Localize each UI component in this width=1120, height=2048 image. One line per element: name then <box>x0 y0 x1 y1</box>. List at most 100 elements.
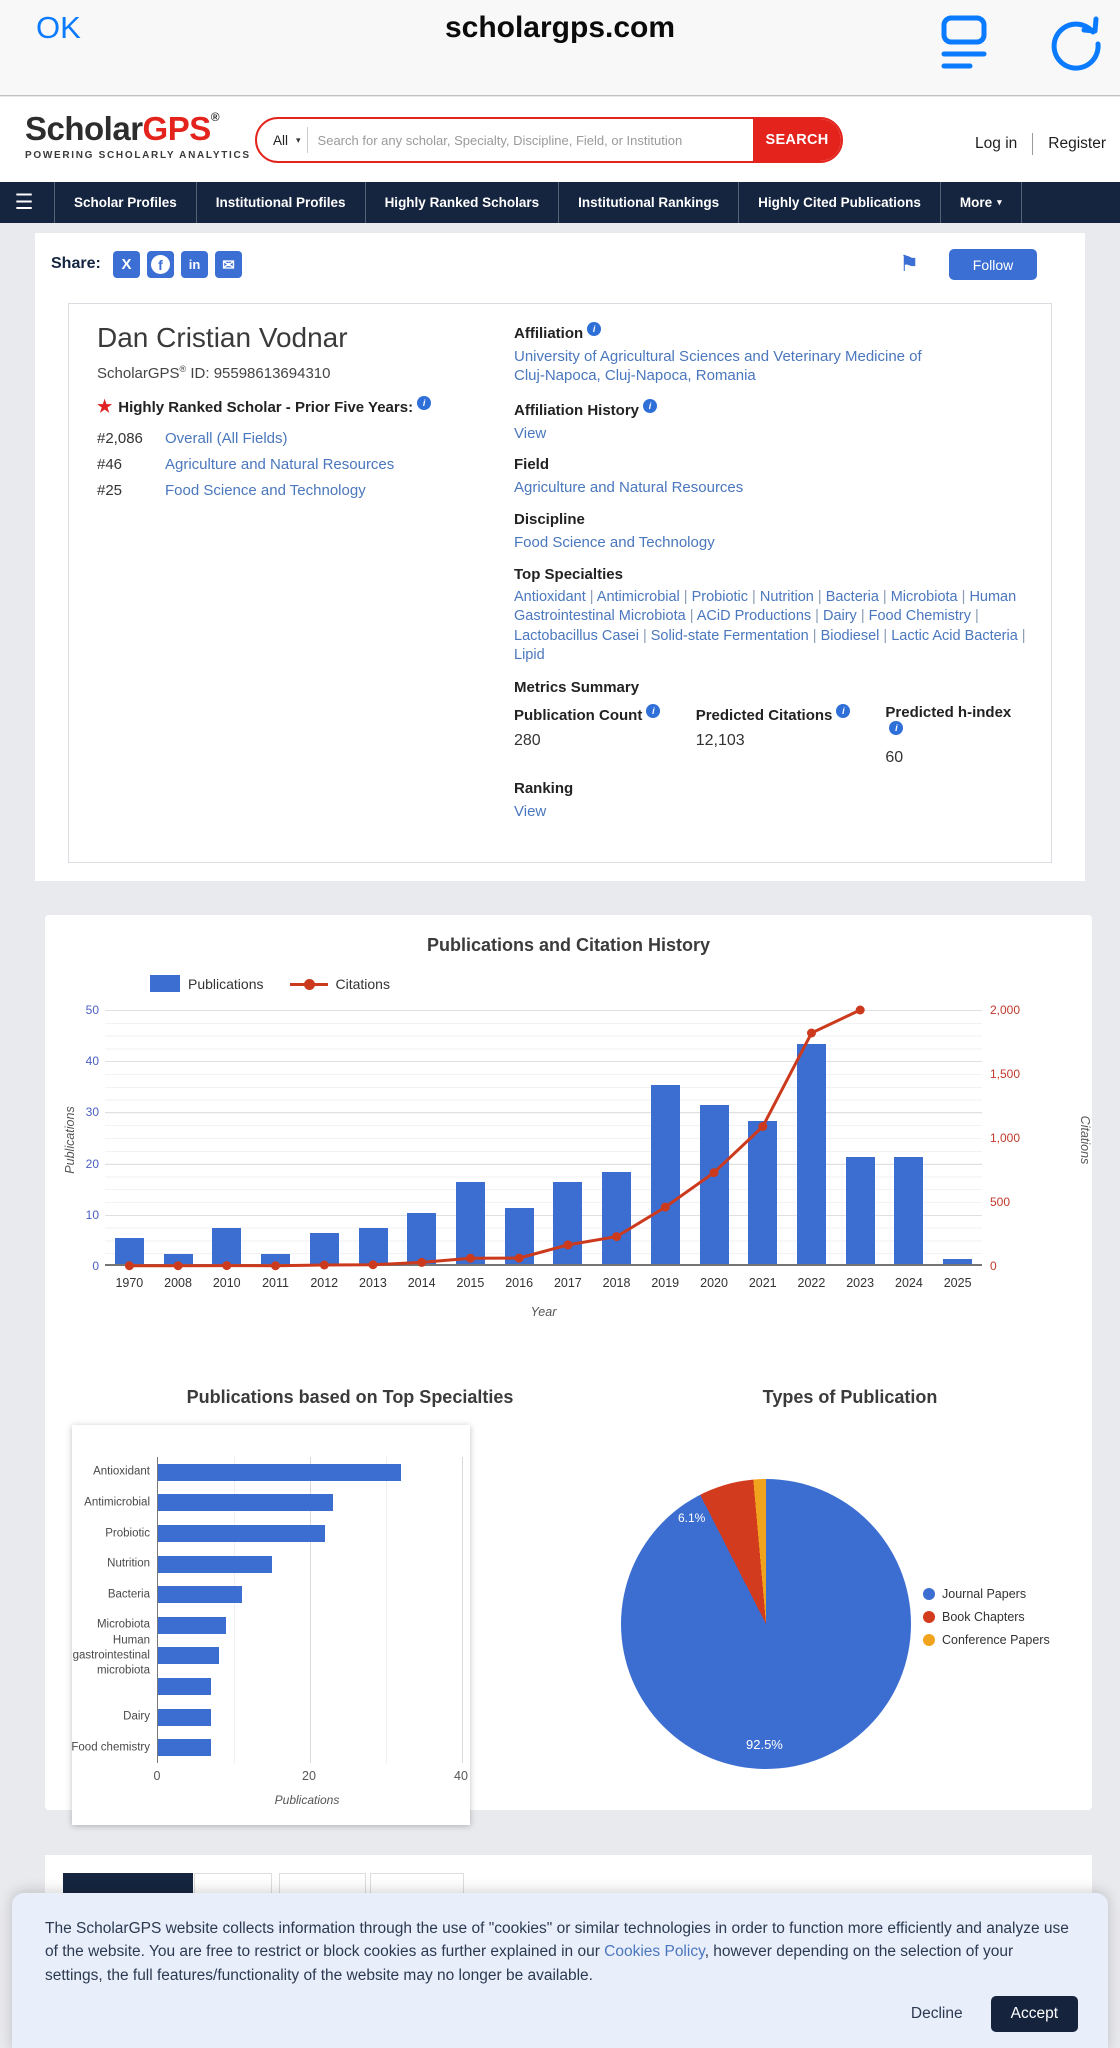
follow-button[interactable]: Follow <box>949 249 1037 280</box>
specialty-label: Antioxidant <box>70 1465 150 1480</box>
register-link[interactable]: Register <box>1048 135 1106 153</box>
specialty-label: Antimicrobial <box>70 1495 150 1510</box>
nav-institutional-rankings[interactable]: Institutional Rankings <box>558 182 738 223</box>
specialty-label: Human gastrointestinal microbiota <box>70 1633 150 1678</box>
legend-dot <box>923 1611 935 1623</box>
left-axis-title: Publications <box>63 1085 77 1195</box>
info-icon[interactable]: i <box>836 704 850 718</box>
info-icon[interactable]: i <box>587 322 601 336</box>
hamburger-menu-icon[interactable]: ☰ <box>0 182 48 223</box>
ranking-view-link[interactable]: View <box>514 803 546 820</box>
ranking-label: Ranking <box>514 780 1029 797</box>
affiliation-link[interactable]: University of Agricultural Sciences and … <box>514 348 922 384</box>
ranking-link[interactable]: Overall (All Fields) <box>165 430 288 447</box>
x-tick: 20 <box>302 1769 316 1783</box>
legend-dot <box>923 1634 935 1646</box>
pie-legend: Journal Papers Book Chapters Conference … <box>923 1587 1050 1656</box>
ranking-link[interactable]: Agriculture and Natural Resources <box>165 456 394 473</box>
citations-tick: 500 <box>990 1195 1010 1209</box>
share-email-icon[interactable]: ✉ <box>215 251 242 278</box>
specialty-link[interactable]: Antimicrobial <box>597 589 680 605</box>
share-linkedin-icon[interactable]: in <box>181 251 208 278</box>
separator: | <box>857 608 869 624</box>
specialty-bar <box>158 1617 226 1634</box>
cookie-text: The ScholarGPS website collects informat… <box>45 1917 1075 1987</box>
year-tick: 2025 <box>933 1276 982 1290</box>
year-tick: 2014 <box>397 1276 446 1290</box>
search-input[interactable] <box>308 133 753 148</box>
specialty-link[interactable]: Probiotic <box>692 589 748 605</box>
year-tick: 2008 <box>154 1276 203 1290</box>
specialty-link[interactable]: Microbiota <box>891 589 958 605</box>
discipline-label: Discipline <box>514 511 1029 528</box>
specialty-link[interactable]: Lactic Acid Bacteria <box>891 628 1018 644</box>
specialty-labels: AntioxidantAntimicrobialProbioticNutriti… <box>72 1457 152 1763</box>
year-tick: 2022 <box>787 1276 836 1290</box>
year-tick: 2015 <box>446 1276 495 1290</box>
pie-slice-label: 6.1% <box>678 1511 705 1525</box>
year-tick: 2012 <box>300 1276 349 1290</box>
decline-button[interactable]: Decline <box>901 1997 973 2031</box>
login-link[interactable]: Log in <box>975 135 1017 153</box>
year-tick: 2023 <box>836 1276 885 1290</box>
year-tick: 1970 <box>105 1276 154 1290</box>
specialty-link[interactable]: Lactobacillus Casei <box>514 628 639 644</box>
nav-institutional-profiles[interactable]: Institutional Profiles <box>196 182 365 223</box>
share-facebook-icon[interactable]: f <box>147 251 174 278</box>
nav-more[interactable]: More▾ <box>940 182 1022 223</box>
legend-citations: Citations <box>290 976 390 992</box>
info-icon[interactable]: i <box>417 396 431 410</box>
browser-top-bar: OK scholargps.com <box>0 0 1120 96</box>
chevron-down-icon[interactable]: ▾ <box>296 135 307 146</box>
affiliation-history-view-link[interactable]: View <box>514 425 546 442</box>
search-scope-select[interactable]: All <box>257 133 296 148</box>
specialty-link[interactable]: Biodiesel <box>821 628 880 644</box>
search-button[interactable]: SEARCH <box>753 117 841 163</box>
refresh-icon[interactable] <box>1046 14 1106 74</box>
reader-view-icon[interactable] <box>930 14 994 72</box>
specialty-bar <box>158 1464 401 1481</box>
cookies-policy-link[interactable]: Cookies Policy <box>604 1943 705 1960</box>
specialty-link[interactable]: Solid-state Fermentation <box>651 628 809 644</box>
citations-tick: 1,000 <box>990 1131 1020 1145</box>
separator: | <box>809 628 821 644</box>
ranking-row: #2,086Overall (All Fields) <box>97 430 288 447</box>
specialty-link[interactable]: Nutrition <box>760 589 814 605</box>
nav-scholar-profiles[interactable]: Scholar Profiles <box>54 182 196 223</box>
separator: | <box>586 589 597 605</box>
specialty-link[interactable]: ACiD Productions <box>697 608 811 624</box>
x-axis-title: Year <box>45 1305 1042 1319</box>
discipline-link[interactable]: Food Science and Technology <box>514 534 715 551</box>
specialty-link[interactable]: Dairy <box>823 608 857 624</box>
year-tick: 2018 <box>592 1276 641 1290</box>
field-label: Field <box>514 456 1029 473</box>
info-icon[interactable]: i <box>646 704 660 718</box>
info-icon[interactable]: i <box>643 399 657 413</box>
publications-tick: 30 <box>86 1105 99 1119</box>
logo-tagline: POWERING SCHOLARLY ANALYTICS <box>25 150 251 161</box>
specialty-link[interactable]: Food Chemistry <box>869 608 971 624</box>
specialty-link[interactable]: Antioxidant <box>514 589 586 605</box>
specialty-link[interactable]: Lipid <box>514 647 545 663</box>
info-icon[interactable]: i <box>889 721 903 735</box>
field-link[interactable]: Agriculture and Natural Resources <box>514 479 743 496</box>
separator: | <box>958 589 970 605</box>
specialty-link[interactable]: Bacteria <box>826 589 879 605</box>
logo-text: ScholarGPS® <box>25 110 219 147</box>
separator: | <box>811 608 823 624</box>
nav-highly-ranked-scholars[interactable]: Highly Ranked Scholars <box>365 182 559 223</box>
specialties-chart-panel: AntioxidantAntimicrobialProbioticNutriti… <box>72 1425 470 1825</box>
profile-section: Share: X f in ✉ ⚑ Follow Dan Cristian Vo… <box>35 233 1085 881</box>
specialty-label: Dairy <box>70 1710 150 1725</box>
cookie-banner: The ScholarGPS website collects informat… <box>12 1893 1108 2048</box>
right-axis-ticks: 2,0001,5001,0005000 <box>990 1010 1050 1266</box>
ranking-link[interactable]: Food Science and Technology <box>165 482 366 499</box>
scholargps-logo[interactable]: ScholarGPS® POWERING SCHOLARLY ANALYTICS <box>25 110 251 161</box>
separator: | <box>639 628 651 644</box>
accept-button[interactable]: Accept <box>991 1996 1078 2032</box>
specialty-bar <box>158 1678 211 1695</box>
nav-highly-cited-publications[interactable]: Highly Cited Publications <box>738 182 940 223</box>
share-x-icon[interactable]: X <box>113 251 140 278</box>
separator: | <box>686 608 697 624</box>
flag-report-icon[interactable]: ⚑ <box>899 251 919 277</box>
